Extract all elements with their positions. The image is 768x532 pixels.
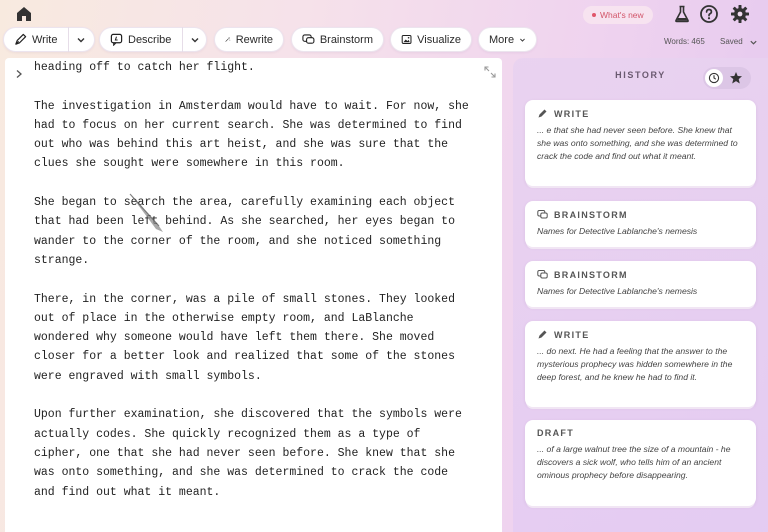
flask-icon[interactable] bbox=[672, 4, 692, 24]
card-header: WRITE bbox=[537, 108, 744, 119]
write-label: Write bbox=[32, 33, 58, 46]
clock-toggle[interactable] bbox=[705, 69, 723, 87]
word-count: Words: 465 bbox=[664, 37, 705, 46]
document-text[interactable]: heading off to catch her flight. The inv… bbox=[34, 58, 474, 521]
card-type: WRITE bbox=[554, 108, 590, 119]
chevron-right-icon[interactable] bbox=[14, 69, 24, 79]
expand-icon[interactable] bbox=[484, 66, 496, 78]
home-icon[interactable] bbox=[14, 4, 34, 24]
chevron-down-icon[interactable] bbox=[76, 35, 86, 45]
more-label: More bbox=[489, 33, 515, 46]
toolbar-divider bbox=[68, 27, 70, 52]
history-filter-toggle[interactable] bbox=[703, 67, 751, 89]
card-type: BRAINSTORM bbox=[554, 209, 628, 220]
card-header: BRAINSTORM bbox=[537, 269, 744, 280]
history-card[interactable]: DRAFT ... of a large walnut tree the siz… bbox=[525, 420, 756, 506]
history-card[interactable]: BRAINSTORM Names for Detective Lablanche… bbox=[525, 261, 756, 307]
card-type: BRAINSTORM bbox=[554, 269, 628, 280]
card-type: WRITE bbox=[554, 329, 590, 340]
image-icon bbox=[401, 34, 412, 45]
card-type: DRAFT bbox=[537, 428, 574, 438]
brainstorm-icon bbox=[537, 270, 548, 279]
whats-new-label: What's new bbox=[600, 10, 644, 20]
card-text: Names for Detective Lablanche's nemesis bbox=[537, 286, 698, 296]
card-text: Names for Detective Lablanche's nemesis bbox=[537, 226, 698, 236]
pen-cursor-icon bbox=[129, 193, 163, 232]
card-header: BRAINSTORM bbox=[537, 209, 744, 220]
card-text: ... e that she had never seen before. Sh… bbox=[537, 125, 738, 162]
paragraph: Upon further examination, she discovered… bbox=[34, 408, 462, 499]
brainstorm-button[interactable]: Brainstorm bbox=[291, 27, 384, 52]
clock-history-icon bbox=[708, 72, 720, 84]
notification-dot bbox=[592, 13, 596, 17]
chevron-down-icon bbox=[520, 38, 525, 42]
save-status: Saved bbox=[720, 37, 743, 46]
top-bar: What's new bbox=[0, 0, 768, 28]
visualize-button[interactable]: Visualize bbox=[390, 27, 472, 52]
paragraph: There, in the corner, was a pile of smal… bbox=[34, 292, 455, 383]
whats-new-button[interactable]: What's new bbox=[583, 6, 653, 24]
history-card[interactable]: WRITE ... do next. He had a feeling that… bbox=[525, 321, 756, 407]
help-icon[interactable] bbox=[699, 4, 719, 24]
toolbar: Write Describe Rewrite Brainstorm Visual… bbox=[0, 27, 768, 53]
visualize-label: Visualize bbox=[417, 33, 461, 46]
more-button[interactable]: More bbox=[478, 27, 537, 52]
write-icon bbox=[538, 330, 547, 339]
rewrite-sparkle-icon bbox=[225, 37, 231, 42]
describe-icon bbox=[110, 33, 123, 46]
history-card[interactable]: WRITE ... e that she had never seen befo… bbox=[525, 100, 756, 186]
card-header: WRITE bbox=[537, 329, 744, 340]
rewrite-label: Rewrite bbox=[235, 33, 273, 46]
history-panel: HISTORY WRITE ... e that she had never s… bbox=[513, 58, 768, 532]
describe-button[interactable]: Describe bbox=[99, 27, 207, 52]
paragraph: She began to search the area, carefully … bbox=[34, 196, 455, 267]
card-text: ... of a large walnut tree the size of a… bbox=[537, 444, 731, 481]
toolbar-divider bbox=[182, 27, 184, 52]
card-header: DRAFT bbox=[537, 428, 744, 438]
star-icon[interactable] bbox=[729, 71, 743, 85]
write-button[interactable]: Write bbox=[3, 27, 95, 52]
pen-nib-icon bbox=[15, 33, 27, 45]
card-text: ... do next. He had a feeling that the a… bbox=[537, 346, 733, 383]
brainstorm-label: Brainstorm bbox=[319, 33, 373, 46]
paragraph: The investigation in Amsterdam would hav… bbox=[34, 99, 469, 171]
brainstorm-icon bbox=[537, 210, 548, 219]
describe-label: Describe bbox=[128, 33, 172, 46]
paragraph: heading off to catch her flight. bbox=[34, 61, 255, 74]
editor-panel[interactable]: heading off to catch her flight. The inv… bbox=[5, 58, 502, 532]
history-card[interactable]: BRAINSTORM Names for Detective Lablanche… bbox=[525, 201, 756, 247]
chevron-down-icon[interactable] bbox=[749, 38, 758, 47]
rewrite-button[interactable]: Rewrite bbox=[214, 27, 284, 52]
chevron-down-icon[interactable] bbox=[190, 35, 200, 45]
brainstorm-icon bbox=[302, 34, 315, 44]
write-icon bbox=[538, 109, 547, 118]
settings-gear-icon[interactable] bbox=[730, 4, 750, 24]
